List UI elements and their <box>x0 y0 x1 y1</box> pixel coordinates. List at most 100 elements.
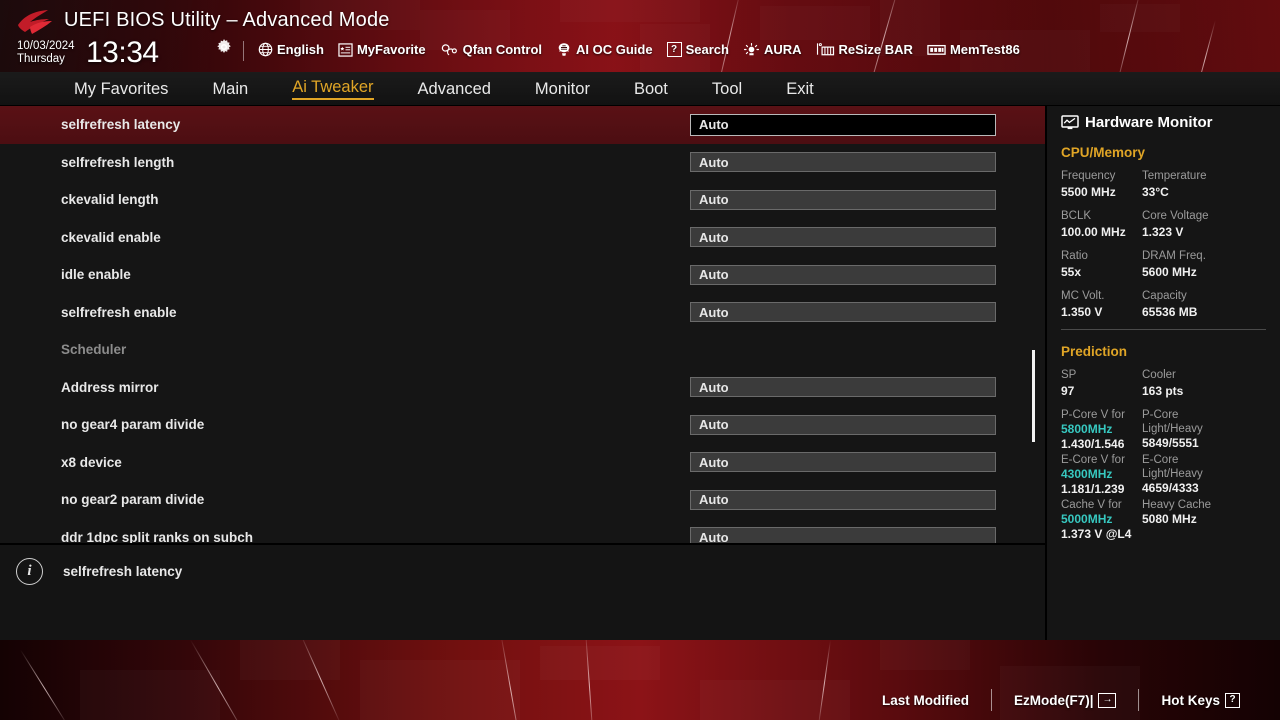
settings-row[interactable]: selfrefresh enable Auto <box>0 294 1045 332</box>
header-item-english[interactable]: English <box>258 42 324 57</box>
footer-link-ezmode-f7[interactable]: EzMode(F7)| → <box>992 692 1139 708</box>
hw-value: 1.323 V <box>1142 225 1184 239</box>
footer-link-hot-keys[interactable]: Hot Keys? <box>1139 692 1262 708</box>
setting-value-field[interactable]: Auto <box>690 302 996 323</box>
tab-label: Advanced <box>417 79 491 98</box>
hw-cell: Cooler 163 pts <box>1142 368 1223 399</box>
tab-boot[interactable]: Boot <box>612 72 690 106</box>
hw-pair: P-Core V for 5800MHz 1.430/1.546 P-Core Ligh… <box>1061 408 1266 452</box>
globe-icon <box>258 42 273 57</box>
scrollbar-thumb[interactable] <box>1032 350 1035 442</box>
hw-key: P-Core V for <box>1061 409 1125 421</box>
hw-value: 1.181/1.239 <box>1061 482 1125 496</box>
setting-value-field[interactable]: Auto <box>690 452 996 473</box>
header-item-label: AI OC Guide <box>576 42 653 57</box>
tab-my-favorites[interactable]: My Favorites <box>52 72 190 106</box>
brain-icon <box>558 43 570 56</box>
gear-icon[interactable] <box>216 39 232 55</box>
hw-pair: Ratio 55x DRAM Freq. 5600 MHz <box>1061 249 1266 280</box>
header-item-memtest86[interactable]: MemTest86 <box>927 42 1020 57</box>
memory-icon <box>927 44 946 55</box>
tab-tool[interactable]: Tool <box>690 72 764 106</box>
setting-label: selfrefresh enable <box>61 304 177 320</box>
header-item-label: ReSize BAR <box>838 42 913 57</box>
header-item-qfan-control[interactable]: Qfan Control <box>440 42 542 57</box>
hw-key: Heavy Cache <box>1142 499 1212 511</box>
hw-pair: SP 97 Cooler 163 pts <box>1061 368 1266 399</box>
tab-exit[interactable]: Exit <box>764 72 836 106</box>
header-item-search[interactable]: ? Search <box>666 42 729 57</box>
setting-value-field[interactable]: Auto <box>690 227 996 248</box>
header-item-label: English <box>277 42 324 57</box>
header-bar: UEFI BIOS Utility – Advanced Mode 10/03/… <box>0 0 1280 72</box>
tab-monitor[interactable]: Monitor <box>513 72 612 106</box>
header-item-label: MyFavorite <box>356 42 426 57</box>
arrow-right-box-icon: → <box>1098 692 1117 708</box>
header-item-resize-bar[interactable]: ReSize BAR <box>816 42 913 57</box>
hw-value: 5849/5551 <box>1142 436 1199 450</box>
footer-link-last-modified[interactable]: Last Modified <box>860 693 991 708</box>
hw-value: 163 pts <box>1142 384 1184 398</box>
settings-row[interactable]: Address mirror Auto <box>0 369 1045 407</box>
fan-icon <box>441 43 457 55</box>
header-item-aura[interactable]: AURA <box>743 42 802 57</box>
settings-row[interactable]: ddr 1dpc split ranks on subch Auto <box>0 519 1045 543</box>
hw-value: 65536 MB <box>1142 305 1198 319</box>
setting-label: selfrefresh length <box>61 154 175 170</box>
settings-row[interactable]: x8 device Auto <box>0 444 1045 482</box>
hw-pair: BCLK 100.00 MHz Core Voltage 1.323 V <box>1061 209 1266 240</box>
hw-value: 5600 MHz <box>1142 265 1197 279</box>
setting-value-field[interactable]: Auto <box>690 414 996 435</box>
setting-value-field[interactable]: Auto <box>690 113 996 136</box>
info-icon: i <box>16 558 43 585</box>
hw-key: E-Core <box>1142 454 1179 466</box>
header-item-label: Search <box>685 42 729 57</box>
hw-cell: Temperature 33°C <box>1142 169 1223 200</box>
tab-main[interactable]: Main <box>190 72 270 106</box>
settings-row[interactable]: ckevalid enable Auto <box>0 219 1045 257</box>
header-item-label: AURA <box>763 42 802 57</box>
setting-value-field[interactable]: Auto <box>690 489 996 510</box>
tab-label: Main <box>212 79 249 98</box>
hw-cell: P-Core Light/Heavy 5849/5551 <box>1142 408 1223 452</box>
settings-row[interactable]: no gear2 param divide Auto <box>0 481 1045 519</box>
settings-row[interactable]: idle enable Auto <box>0 256 1045 294</box>
setting-value-field[interactable]: Auto <box>690 152 996 173</box>
tab-label: My Favorites <box>74 79 169 98</box>
hw-value: 4659/4333 <box>1142 481 1199 495</box>
hw-key: Light/Heavy <box>1142 468 1203 480</box>
hw-pair: Frequency 5500 MHz Temperature 33°C <box>1061 169 1266 200</box>
system-clock: 13:34 <box>86 36 159 69</box>
tab-label: Exit <box>786 79 814 98</box>
hw-value: 97 <box>1061 384 1075 398</box>
hw-cell: P-Core V for 5800MHz 1.430/1.546 <box>1061 408 1142 452</box>
hw-value: 1.373 V @L4 <box>1061 527 1132 541</box>
hw-freq-highlight: 5000MHz <box>1061 512 1113 526</box>
settings-row[interactable]: selfrefresh length Auto <box>0 144 1045 182</box>
tab-advanced[interactable]: Advanced <box>396 72 513 106</box>
footer-link-label: Hot Keys <box>1161 692 1220 708</box>
setting-value-field[interactable]: Auto <box>690 527 996 543</box>
settings-section-header: Scheduler <box>0 331 1045 369</box>
header-item-myfavorite[interactable]: MyFavorite <box>338 42 426 57</box>
hw-cell: Ratio 55x <box>1061 249 1142 280</box>
header-item-ai-oc-guide[interactable]: AI OC Guide <box>556 42 653 57</box>
tab-label: Tool <box>711 79 743 98</box>
hw-key: P-Core <box>1142 409 1179 421</box>
question-box-icon: ? <box>666 42 682 57</box>
setting-value-field[interactable]: Auto <box>690 264 996 285</box>
setting-value-field[interactable]: Auto <box>690 189 996 210</box>
settings-row[interactable]: selfrefresh latency Auto <box>0 106 1045 144</box>
header-tools: English MyFavorite Qfan Control AI OC Gu… <box>258 42 1020 57</box>
tab-ai-tweaker[interactable]: Ai Tweaker <box>270 72 395 106</box>
hw-value: 55x <box>1061 265 1082 279</box>
settings-rows: selfrefresh latency Auto selfrefresh lengt… <box>0 106 1045 543</box>
setting-value-field[interactable]: Auto <box>690 377 996 398</box>
header-item-label: MemTest86 <box>949 42 1020 57</box>
settings-row[interactable]: no gear4 param divide Auto <box>0 406 1045 444</box>
hw-cell: Core Voltage 1.323 V <box>1142 209 1223 240</box>
settings-row[interactable]: ckevalid length Auto <box>0 181 1045 219</box>
hw-cell: Frequency 5500 MHz <box>1061 169 1142 200</box>
hw-key: MC Volt. <box>1061 290 1105 302</box>
settings-scrollbar[interactable] <box>1032 106 1035 543</box>
